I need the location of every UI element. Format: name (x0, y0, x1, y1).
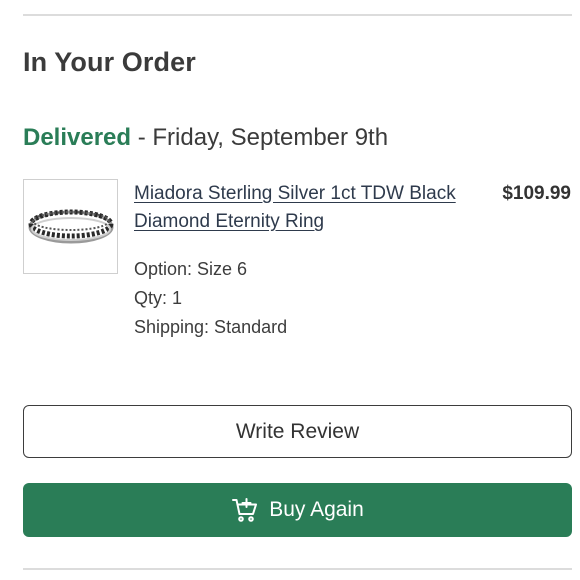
ring-image (28, 209, 113, 243)
product-option: Option: Size 6 (134, 259, 248, 279)
write-review-label: Write Review (235, 419, 360, 443)
write-review-button[interactable]: Write Review (23, 405, 572, 458)
top-divider (23, 14, 572, 16)
cart-add-icon (231, 496, 259, 524)
order-section: In Your Order Delivered - Friday, Septem… (0, 0, 580, 580)
product-qty: Qty: 1 (134, 288, 183, 308)
buy-again-button[interactable]: Buy Again (23, 483, 572, 537)
product-price: $109.99 (502, 183, 571, 204)
product-thumbnail[interactable] (23, 179, 118, 274)
product-shipping: Shipping: Standard (134, 317, 288, 337)
product-name-link[interactable]: Miadora Sterling Silver 1ct TDW Black Di… (134, 180, 474, 236)
delivery-date: Friday, September 9th (152, 124, 389, 151)
status-label: Delivered (23, 124, 132, 151)
section-title: In Your Order (23, 47, 196, 77)
buy-again-label: Buy Again (269, 498, 364, 521)
delivery-status: Delivered - Friday, September 9th (23, 124, 388, 152)
bottom-divider (23, 568, 572, 570)
status-separator: - (131, 124, 153, 151)
